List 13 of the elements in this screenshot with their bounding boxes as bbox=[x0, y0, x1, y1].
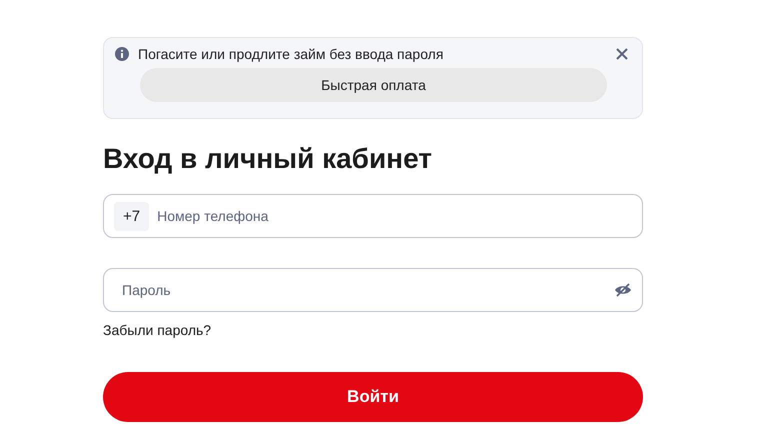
info-icon bbox=[114, 46, 130, 62]
password-field[interactable]: Пароль bbox=[103, 268, 643, 312]
password-input[interactable]: Пароль bbox=[120, 281, 608, 299]
phone-field[interactable]: +7 Номер телефона bbox=[103, 194, 643, 238]
close-button[interactable] bbox=[614, 46, 630, 62]
quick-pay-button[interactable]: Быстрая оплата bbox=[140, 68, 607, 102]
login-button[interactable]: Войти bbox=[103, 372, 643, 422]
banner-message: Погасите или продлите займ без ввода пароля bbox=[138, 46, 444, 62]
forgot-password-link[interactable]: Забыли пароль? bbox=[103, 322, 212, 338]
page-title: Вход в личный кабинет bbox=[103, 142, 433, 176]
phone-input[interactable]: Номер телефона bbox=[155, 207, 632, 225]
eye-off-icon[interactable] bbox=[614, 283, 632, 297]
country-code: +7 bbox=[114, 202, 150, 230]
